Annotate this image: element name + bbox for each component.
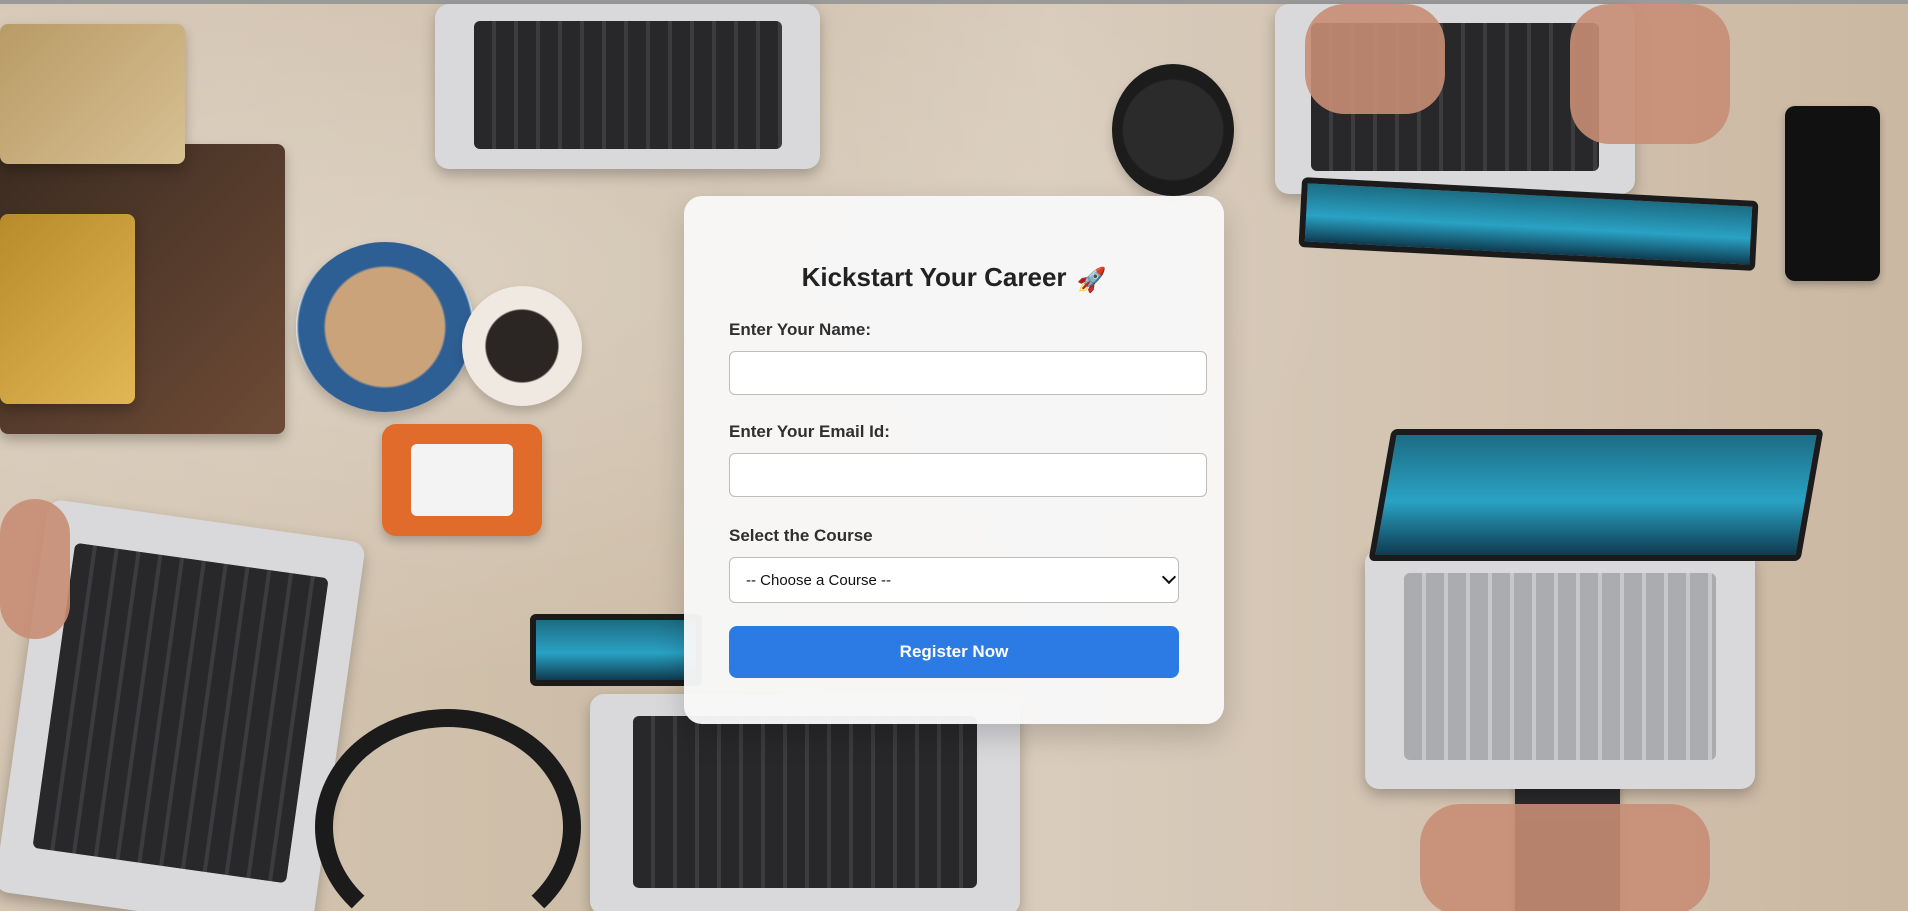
- laptop-decoration-right: [1365, 549, 1755, 789]
- laptop-screen-decoration-bottom: [530, 614, 702, 686]
- register-button[interactable]: Register Now: [729, 626, 1179, 678]
- form-title-text: Kickstart Your Career: [801, 262, 1067, 292]
- rocket-icon: 🚀: [1076, 267, 1107, 294]
- course-select[interactable]: -- Choose a Course --: [729, 557, 1179, 603]
- name-label: Enter Your Name:: [729, 320, 872, 339]
- email-label: Enter Your Email Id:: [729, 422, 890, 441]
- keyboard-decoration: [633, 716, 977, 889]
- course-label: Select the Course: [729, 526, 873, 545]
- phone-decoration-top: [1785, 106, 1880, 281]
- hand-decoration-bottom-right: [1420, 804, 1710, 911]
- laptop-decoration-top: [435, 4, 820, 169]
- laptop-screen-decoration-right: [1368, 429, 1824, 561]
- pot-decoration: [1112, 64, 1234, 196]
- hand-decoration-top: [1305, 4, 1445, 114]
- pencil-case-decoration: [0, 24, 185, 164]
- folder-decoration: [0, 214, 135, 404]
- registration-card: Kickstart Your Career 🚀 Enter Your Name: …: [684, 196, 1224, 724]
- bowl-decoration: [296, 242, 474, 412]
- cup-decoration: [462, 286, 582, 406]
- keyboard-decoration: [32, 542, 329, 884]
- laptop-screen-decoration: [1298, 177, 1759, 271]
- keyboard-decoration: [1404, 573, 1716, 761]
- hard-drive-decoration: [382, 424, 542, 536]
- email-input[interactable]: [729, 453, 1207, 497]
- form-title: Kickstart Your Career 🚀: [684, 262, 1224, 295]
- headphones-decoration: [315, 709, 581, 911]
- hand-decoration-left: [0, 499, 70, 639]
- keyboard-decoration: [473, 20, 782, 150]
- hand-decoration-top-right: [1570, 4, 1730, 144]
- name-input[interactable]: [729, 351, 1207, 395]
- laptop-decoration-bottom: [590, 694, 1020, 911]
